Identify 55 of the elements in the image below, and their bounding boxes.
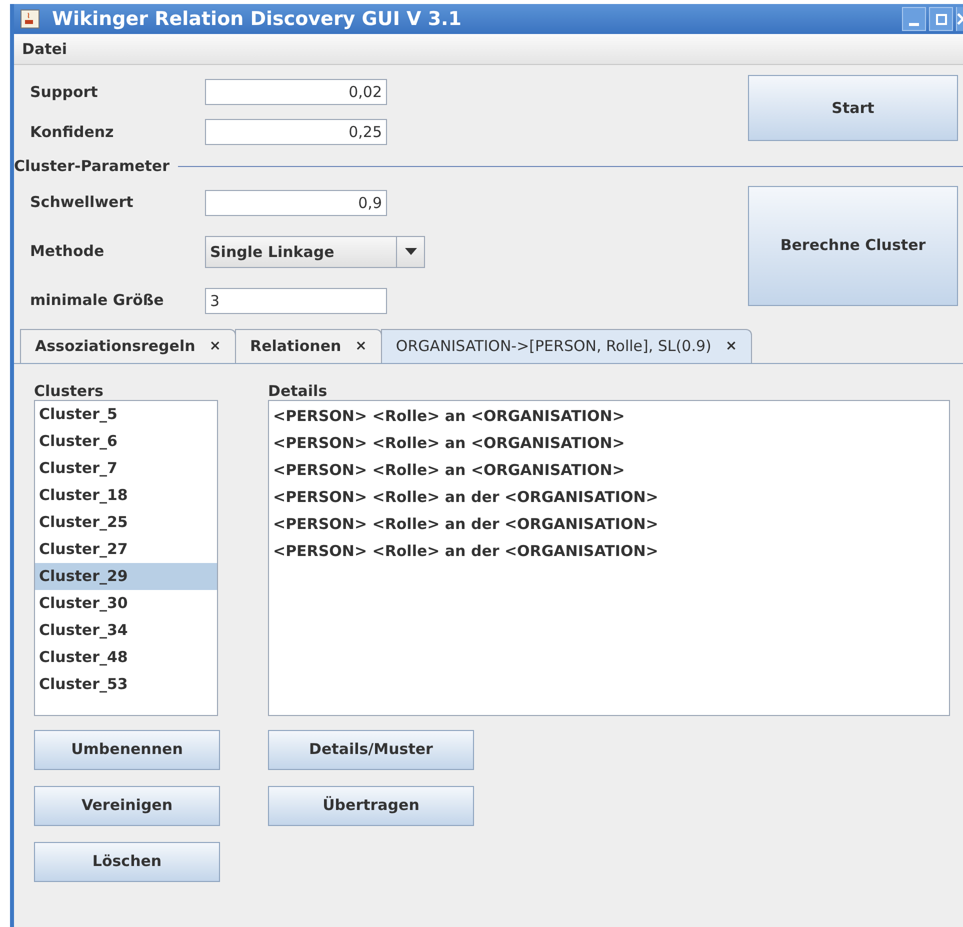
tab[interactable]: Assoziationsregeln × [20,328,236,362]
tab-label: Relationen [250,336,342,357]
field-label: Konfidenz [30,122,115,143]
field-label: Methode [30,241,106,262]
field-label: Details [268,382,328,400]
action-button[interactable]: Vereinigen [34,786,220,826]
number-field[interactable]: 0,9 [205,190,387,216]
action-button[interactable]: Umbenennen [34,730,220,770]
menu-item[interactable]: Datei [18,38,72,60]
tab-close-button[interactable]: × [355,336,367,356]
tab-label: Assoziationsregeln [35,336,196,357]
list-item[interactable]: Cluster_27 [35,536,217,562]
detail-line: <PERSON> <Rolle> an der <ORGANISATION> [272,486,660,508]
dropdown-value: Single Linkage [209,242,336,262]
maximize-button[interactable] [929,7,953,31]
list-item[interactable]: Cluster_7 [35,454,217,482]
detail-line: <PERSON> <Rolle> an der <ORGANISATION> [272,540,660,562]
number-field[interactable]: 0,02 [205,79,387,105]
method-dropdown[interactable]: Single Linkage [205,236,425,268]
detail-line: <PERSON> <Rolle> an <ORGANISATION> [272,460,626,480]
minimize-button[interactable] [902,7,926,31]
number-field[interactable]: 0,25 [205,119,387,145]
number-field[interactable]: 3 [205,288,387,314]
list-item[interactable]: Cluster_48 [35,644,217,670]
dropdown-arrow-icon [404,248,416,255]
action-button[interactable]: Berechne Cluster [748,186,958,306]
field-label: Cluster-Parameter [14,156,170,177]
field-label: Schwellwert [30,192,134,214]
field-label: Support [30,82,99,103]
detail-line: <PERSON> <Rolle> an der <ORGANISATION> [272,514,660,534]
tab-close-button[interactable]: × [725,336,738,356]
window-title: Wikinger Relation Discovery GUI V 3.1 [52,6,462,32]
list-item[interactable]: Cluster_18 [35,482,217,508]
minimize-icon [909,23,919,26]
tab-label: ORGANISATION->[PERSON, Rolle], SL(0.9) [396,336,712,357]
maximize-icon [936,14,946,24]
field-label: minimale Größe [30,290,165,312]
action-button[interactable]: Start [748,75,958,141]
list-item[interactable]: Cluster_53 [35,670,217,698]
list-item[interactable]: Cluster_25 [35,508,217,536]
list-item[interactable]: Cluster_5 [35,400,217,428]
list-item[interactable]: Cluster_30 [35,590,217,616]
java-cup-icon [20,9,40,29]
list-item[interactable]: Cluster_29 [35,562,217,590]
tab-close-button[interactable]: × [209,336,222,356]
detail-line: <PERSON> <Rolle> an <ORGANISATION> [272,432,626,454]
details-text-area[interactable] [268,400,950,716]
action-button[interactable]: Übertragen [268,786,474,826]
action-button[interactable]: Details/Muster [268,730,474,770]
list-item[interactable]: Cluster_34 [35,616,217,644]
list-item[interactable]: Cluster_6 [35,428,217,454]
field-label: Clusters [34,382,104,400]
detail-line: <PERSON> <Rolle> an <ORGANISATION> [272,406,626,426]
action-button[interactable]: Löschen [34,842,220,882]
tab[interactable]: ORGANISATION->[PERSON, Rolle], SL(0.9) × [380,328,752,362]
